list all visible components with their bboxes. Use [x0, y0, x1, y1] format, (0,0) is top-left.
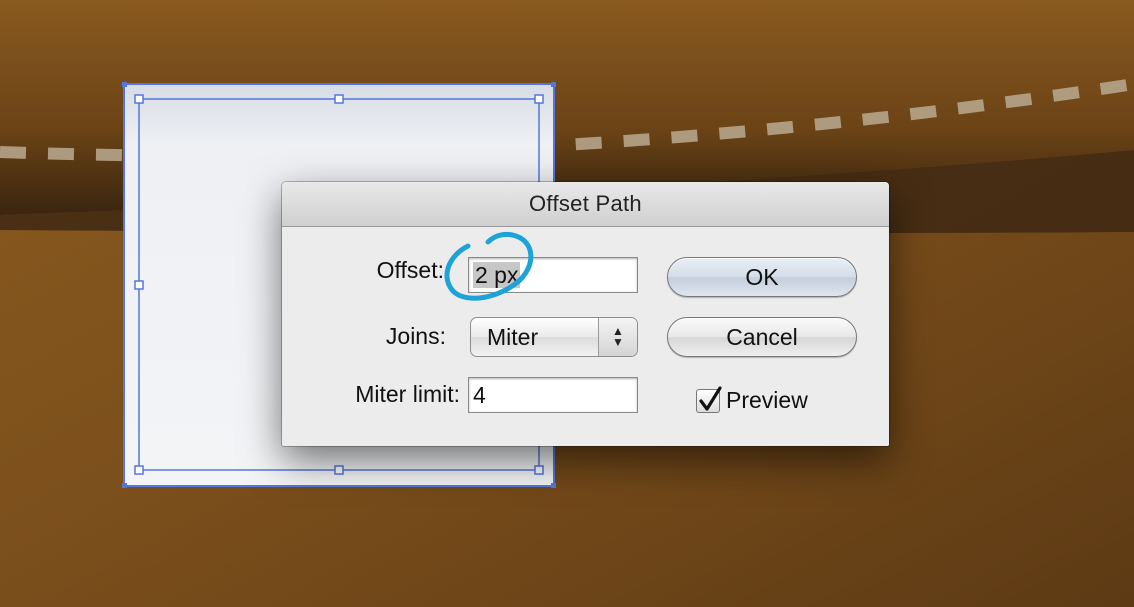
miter-limit-input[interactable]: 4 [468, 377, 638, 413]
checkmark-icon [699, 385, 722, 411]
offset-input-value: 2 px [473, 262, 521, 288]
joins-label: Joins: [385, 323, 446, 349]
miter-limit-input-value: 4 [473, 382, 486, 408]
offset-input[interactable]: 2 px [468, 257, 638, 293]
dialog-title: Offset Path [529, 191, 642, 216]
up-down-arrows-icon: ▲ ▼ [598, 318, 637, 356]
preview-label: Preview [726, 387, 808, 413]
preview-option[interactable]: Preview [696, 385, 808, 414]
ok-button[interactable]: OK [667, 257, 857, 297]
ok-button-label: OK [745, 263, 779, 290]
cancel-button[interactable]: Cancel [667, 317, 857, 357]
preview-checkbox[interactable] [696, 385, 722, 413]
offset-label: Offset: [376, 257, 444, 283]
dialog-titlebar[interactable]: Offset Path [282, 182, 889, 227]
joins-select-value: Miter [487, 324, 539, 350]
cancel-button-label: Cancel [726, 323, 798, 350]
joins-select[interactable]: Miter ▲ ▼ [470, 317, 638, 357]
offset-path-dialog: Offset Path Offset: 2 px Joins: Miter ▲ ▼… [282, 182, 889, 446]
miter-limit-label: Miter limit: [355, 381, 460, 407]
dialog-body: Offset: 2 px Joins: Miter ▲ ▼ Miter limit… [282, 227, 889, 446]
